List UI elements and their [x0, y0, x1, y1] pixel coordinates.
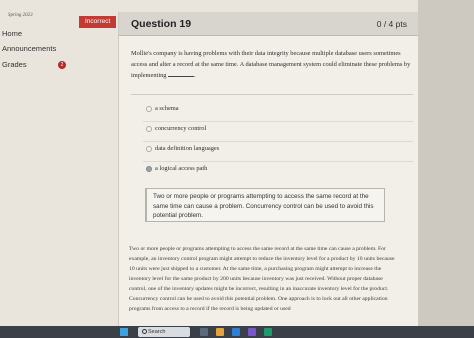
task-view-icon[interactable]	[200, 328, 208, 336]
start-icon[interactable]	[120, 328, 128, 336]
browser-icon[interactable]	[232, 328, 240, 336]
search-icon	[142, 329, 147, 334]
radio-button[interactable]	[146, 146, 152, 152]
app-icon[interactable]	[248, 328, 256, 336]
answer-explanation: Two or more people or programs attemptin…	[129, 246, 395, 312]
grades-count-badge: 2	[58, 61, 66, 69]
term-label: Spring 2023	[8, 13, 33, 18]
sidebar-item-announcements[interactable]: Announcements	[2, 44, 56, 53]
choice-label: a logical access path	[155, 165, 208, 172]
question-title: Question 19	[131, 18, 192, 30]
windows-taskbar: Search	[0, 326, 474, 338]
sidebar-item-grades[interactable]: Grades	[2, 60, 27, 69]
store-icon[interactable]	[264, 328, 272, 336]
answer-choice-data-definition-languages[interactable]: data definition languages	[131, 142, 413, 162]
answer-choice-concurrency-control[interactable]: concurrency control	[131, 122, 413, 142]
question-header: Incorrect Question 19 0 / 4 pts	[79, 12, 419, 36]
question-points: 0 / 4 pts	[376, 19, 407, 29]
answer-choices: a schema concurrency control data defini…	[131, 102, 413, 182]
radio-button[interactable]	[146, 126, 152, 132]
sidebar-item-home[interactable]: Home	[2, 29, 22, 38]
answer-blank	[168, 71, 195, 77]
file-explorer-icon[interactable]	[216, 328, 224, 336]
radio-button[interactable]	[146, 106, 152, 112]
course-sidebar: Spring 2023 Home Announcements Grades 2	[0, 0, 120, 338]
question-divider	[131, 94, 413, 95]
choice-label: a schema	[155, 105, 179, 112]
question-text: Mollie's company is having problems with…	[131, 48, 413, 81]
answer-feedback-box: Two or more people or programs attemptin…	[145, 188, 385, 222]
question-card: Incorrect Question 19 0 / 4 pts Mollie's…	[79, 12, 419, 338]
right-page-margin	[418, 0, 474, 338]
choice-label: data definition languages	[155, 145, 220, 152]
answer-choice-schema[interactable]: a schema	[131, 102, 413, 122]
answer-choice-logical-access-path[interactable]: a logical access path	[131, 162, 413, 182]
radio-button-selected[interactable]	[146, 166, 152, 172]
incorrect-status-badge: Incorrect	[79, 16, 117, 28]
question-text-end: .	[194, 72, 196, 79]
choice-label: concurrency control	[155, 125, 207, 132]
